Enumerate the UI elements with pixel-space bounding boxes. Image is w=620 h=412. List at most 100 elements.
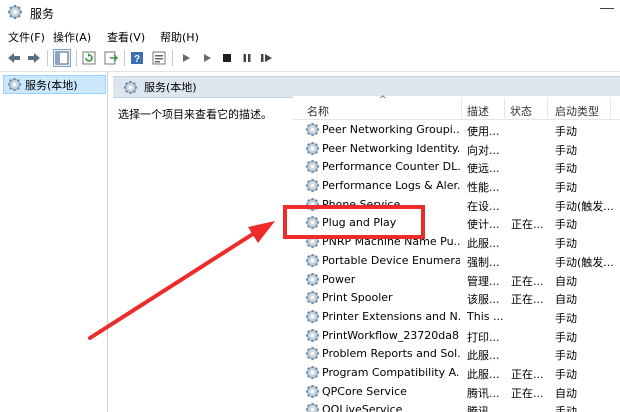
restart-icon[interactable] xyxy=(258,49,276,67)
menu-action[interactable]: 操作(A) xyxy=(53,29,91,45)
service-row[interactable]: Program Compatibility A... 此服... 正在... 手动 xyxy=(293,363,620,382)
service-startup-type: 手动 xyxy=(555,162,577,176)
service-description: 管理... xyxy=(467,274,500,288)
service-name: Program Compatibility A... xyxy=(322,365,460,379)
service-name: Peer Networking Identity... xyxy=(322,141,460,155)
service-status: 正在... xyxy=(511,386,544,400)
menu-view[interactable]: 查看(V) xyxy=(107,29,145,45)
back-arrow-icon[interactable] xyxy=(5,49,23,67)
tree-item-label: 服务(本地) xyxy=(25,78,78,92)
service-description: 在设... xyxy=(467,199,500,213)
service-row[interactable]: Printer Extensions and N... This ... 手动 xyxy=(293,307,620,326)
service-name: Power xyxy=(322,272,356,286)
service-row[interactable]: Print Spooler 该服... 正在... 自动 xyxy=(293,288,620,307)
service-status: 正在... xyxy=(511,367,544,381)
column-status[interactable]: 状态 xyxy=(510,103,532,119)
menu-file[interactable]: 文件(F) xyxy=(8,29,45,45)
gear-service-icon xyxy=(305,159,320,174)
service-row[interactable]: Peer Networking Groupi... 使用... 手动 xyxy=(293,120,620,139)
minimize-icon[interactable] xyxy=(600,8,614,9)
window-title: 服务 xyxy=(30,7,55,21)
service-startup-type: 手动 xyxy=(555,367,577,381)
service-description: 腾讯... xyxy=(467,386,500,400)
start-alt-icon[interactable] xyxy=(198,49,216,67)
service-name: Performance Logs & Aler... xyxy=(322,179,460,193)
service-row[interactable]: Portable Device Enumera... 强制... 手动(触发... xyxy=(293,251,620,270)
service-description: 该服... xyxy=(467,293,500,307)
service-startup-type: 手动 xyxy=(555,311,577,325)
service-startup-type: 手动 xyxy=(555,330,577,344)
service-name: Print Spooler xyxy=(322,291,393,305)
service-startup-type: 自动 xyxy=(555,274,577,288)
gear-service-icon xyxy=(305,178,320,193)
column-headers: ^ 名称 描述 状态 启动类型 xyxy=(293,95,620,120)
gear-services-icon xyxy=(123,80,138,95)
service-startup-type: 手动(触发... xyxy=(555,199,614,213)
service-status: 正在... xyxy=(511,293,544,307)
gear-service-icon xyxy=(305,141,320,156)
service-row[interactable]: Problem Reports and Sol... 此服... 手动 xyxy=(293,344,620,363)
service-row[interactable]: Peer Networking Identity... 向对... 手动 xyxy=(293,139,620,158)
service-startup-type: 手动 xyxy=(555,405,577,412)
gear-services-icon xyxy=(7,77,22,92)
menu-bar: 文件(F) 操作(A) 查看(V) 帮助(H) xyxy=(0,26,620,46)
service-row[interactable]: PrintWorkflow_23720da8 打印... 手动 xyxy=(293,326,620,345)
gear-service-icon xyxy=(305,365,320,380)
description-prompt: 选择一个项目来查看它的描述。 xyxy=(118,108,272,121)
gear-service-icon xyxy=(305,384,320,399)
service-row[interactable]: QQLiveService 腾讯... 手动 xyxy=(293,400,620,412)
stop-icon[interactable] xyxy=(218,49,236,67)
service-startup-type: 手动 xyxy=(555,181,577,195)
column-name[interactable]: 名称 xyxy=(307,103,329,119)
start-icon[interactable] xyxy=(177,49,195,67)
pause-icon[interactable] xyxy=(238,49,256,67)
sort-ascending-icon: ^ xyxy=(379,95,387,105)
service-description: 使计... xyxy=(467,218,500,232)
service-description: 使远... xyxy=(467,162,500,176)
pane-header-title: 服务(本地) xyxy=(144,81,197,94)
show-tree-icon[interactable] xyxy=(53,49,71,67)
service-name: PrintWorkflow_23720da8 xyxy=(322,328,460,342)
service-row[interactable]: Power 管理... 正在... 自动 xyxy=(293,270,620,289)
service-rows: Peer Networking Groupi... 使用... 手动 Peer Net… xyxy=(293,120,620,412)
service-description: 腾讯... xyxy=(467,405,500,412)
refresh-icon[interactable] xyxy=(80,49,98,67)
gear-service-icon xyxy=(305,328,320,343)
service-name: Performance Counter DL... xyxy=(322,160,460,174)
service-startup-type: 手动(触发... xyxy=(555,255,614,269)
export-icon[interactable] xyxy=(102,49,120,67)
service-status: 正在... xyxy=(511,274,544,288)
service-name: Peer Networking Groupi... xyxy=(322,123,460,136)
service-startup-type: 手动 xyxy=(555,125,577,138)
title-bar: 服务 xyxy=(0,0,620,26)
service-name: QPCore Service xyxy=(322,384,407,398)
forward-arrow-icon[interactable] xyxy=(25,49,43,67)
service-description: 此服... xyxy=(467,237,500,251)
highlight-box xyxy=(283,205,425,239)
gear-service-icon xyxy=(305,402,320,412)
column-description[interactable]: 描述 xyxy=(467,103,489,119)
service-description: 性能... xyxy=(467,181,500,195)
service-status: 正在... xyxy=(511,218,544,232)
help-icon[interactable]: ? xyxy=(128,49,146,67)
gear-service-icon xyxy=(305,309,320,324)
service-row[interactable]: QPCore Service 腾讯... 正在... 自动 xyxy=(293,382,620,401)
column-startup-type[interactable]: 启动类型 xyxy=(555,103,599,119)
service-description: 打印... xyxy=(467,330,500,344)
service-startup-type: 自动 xyxy=(555,293,577,307)
menu-help[interactable]: 帮助(H) xyxy=(160,29,199,45)
service-startup-type: 手动 xyxy=(555,349,577,363)
services-list: ^ 名称 描述 状态 启动类型 Peer Networking Groupi..… xyxy=(293,95,620,412)
gear-services-icon xyxy=(7,4,23,20)
service-row[interactable]: Performance Counter DL... 使远... 手动 xyxy=(293,157,620,176)
service-row[interactable]: Performance Logs & Aler... 性能... 手动 xyxy=(293,176,620,195)
properties-icon[interactable] xyxy=(150,49,168,67)
pane-header: 服务(本地) xyxy=(113,76,620,98)
tree-item-services-local[interactable]: 服务(本地) xyxy=(3,75,106,94)
gear-service-icon xyxy=(305,272,320,287)
service-startup-type: 手动 xyxy=(555,143,577,157)
gear-service-icon xyxy=(305,253,320,268)
service-name: Problem Reports and Sol... xyxy=(322,347,460,361)
service-startup-type: 自动 xyxy=(555,386,577,400)
gear-service-icon xyxy=(305,122,320,137)
